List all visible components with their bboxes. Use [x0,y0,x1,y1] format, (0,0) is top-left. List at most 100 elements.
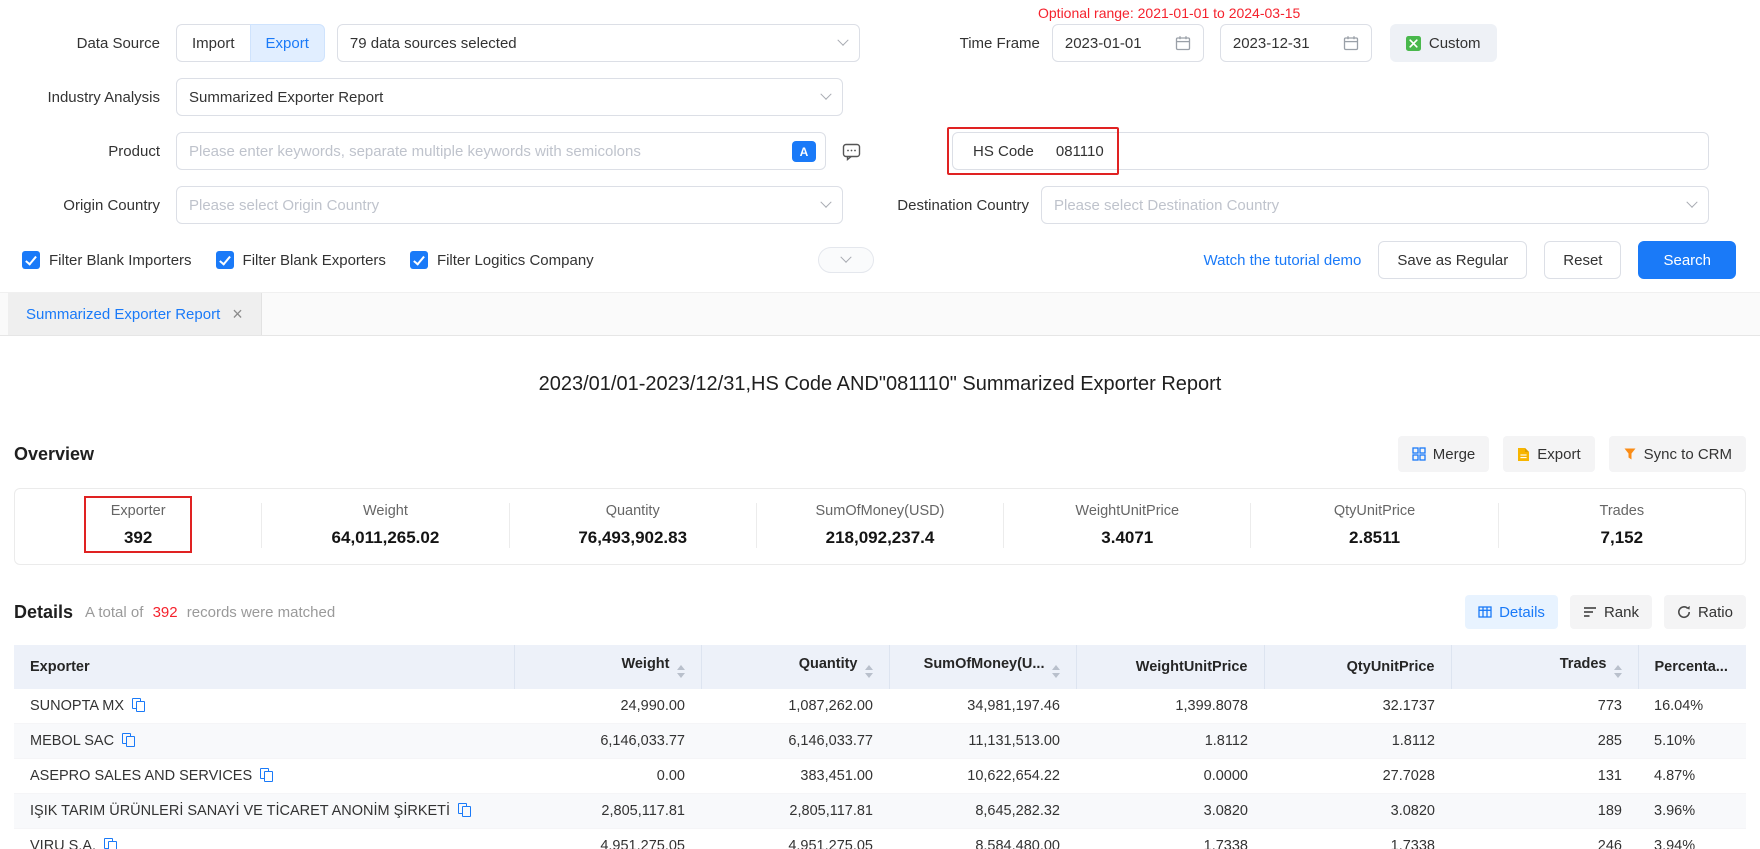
exporter-name[interactable]: IŞIK TARIM ÜRÜNLERİ SANAYİ VE TİCARET AN… [30,803,450,819]
filter-options-row: Filter Blank Importers Filter Blank Expor… [0,244,1760,276]
merge-button-label: Merge [1433,446,1476,463]
stat-value: 3.4071 [1004,528,1250,548]
column-header-quantity[interactable]: Quantity [701,645,889,689]
hs-code-input[interactable] [1056,143,1696,160]
copy-icon[interactable] [122,733,135,747]
search-button[interactable]: Search [1638,241,1736,279]
checkbox-checked-icon[interactable] [22,251,40,269]
comment-bubble-icon [842,142,861,161]
stat-value: 76,493,902.83 [510,528,756,548]
table-row[interactable]: SUNOPTA MX24,990.001,087,262.0034,981,19… [14,689,1746,724]
sort-icon[interactable] [677,665,685,678]
sync-to-crm-button[interactable]: Sync to CRM [1609,436,1746,472]
exporter-name[interactable]: VIRU S.A. [30,838,96,849]
checkbox-checked-icon[interactable] [410,251,428,269]
overview-actions: Merge Export Sync to CRM [1398,436,1746,472]
reset-button[interactable]: Reset [1544,241,1621,279]
table-icon [1478,605,1492,619]
close-icon[interactable]: × [232,305,243,323]
column-header-label: WeightUnitPrice [1136,659,1248,675]
rank-icon [1583,605,1597,619]
collapse-filters-button[interactable] [818,247,874,273]
chevron-down-icon [820,197,831,208]
checkbox-filter-blank-importers[interactable]: Filter Blank Importers [22,251,192,269]
exporter-cell: VIRU S.A. [14,829,514,849]
start-date-value: 2023-01-01 [1065,35,1142,52]
sort-icon[interactable] [1052,665,1060,678]
import-toggle-button[interactable]: Import [176,24,250,62]
details-view-button[interactable]: Details [1465,595,1558,629]
pct-cell: 16.04% [1638,689,1746,724]
origin-country-label: Origin Country [0,197,160,214]
destination-country-select[interactable]: Please select Destination Country [1041,186,1709,224]
ratio-icon [1677,605,1691,619]
tab-summarized-exporter-report[interactable]: Summarized Exporter Report × [8,293,262,335]
pct-cell: 3.94% [1638,829,1746,849]
stat-label: WeightUnitPrice [1004,503,1250,519]
merge-button[interactable]: Merge [1398,436,1490,472]
product-label: Product [0,143,160,160]
table-row[interactable]: MEBOL SAC6,146,033.776,146,033.7711,131,… [14,724,1746,759]
industry-analysis-select[interactable]: Summarized Exporter Report [176,78,843,116]
data-source-select[interactable]: 79 data sources selected [337,24,860,62]
trades-cell: 131 [1451,759,1638,794]
translate-icon[interactable]: A [792,141,816,162]
save-as-regular-button[interactable]: Save as Regular [1378,241,1527,279]
details-header: Details A total of 392 records were matc… [14,595,1746,629]
hs-code-field[interactable]: HS Code [952,132,1709,170]
report-title: 2023/01/01-2023/12/31,HS Code AND"081110… [0,373,1760,396]
table-row[interactable]: IŞIK TARIM ÜRÜNLERİ SANAYİ VE TİCARET AN… [14,794,1746,829]
end-date-input[interactable]: 2023-12-31 [1220,24,1372,62]
stat-label: SumOfMoney(USD) [757,503,1003,519]
column-header-weightunitprice: WeightUnitPrice [1076,645,1264,689]
table-row[interactable]: ASEPRO SALES AND SERVICES0.00383,451.001… [14,759,1746,794]
checkbox-filter-logitics-company[interactable]: Filter Logitics Company [410,251,594,269]
copy-icon[interactable] [260,768,273,782]
column-header-sumofmoney-u-[interactable]: SumOfMoney(U... [889,645,1076,689]
copy-icon[interactable] [104,838,117,849]
rank-view-button[interactable]: Rank [1570,595,1652,629]
checkbox-filter-blank-exporters[interactable]: Filter Blank Exporters [216,251,386,269]
table-row[interactable]: VIRU S.A.4,951,275.054,951,275.058,584,4… [14,829,1746,849]
quantity-cell: 4,951,275.05 [701,829,889,849]
checkbox-label: Filter Blank Exporters [243,252,386,269]
sort-icon[interactable] [865,665,873,678]
exporter-name[interactable]: ASEPRO SALES AND SERVICES [30,768,252,784]
qup-cell: 27.7028 [1264,759,1451,794]
destination-country-label: Destination Country [879,197,1029,214]
wup-cell: 3.0820 [1076,794,1264,829]
custom-button-label: Custom [1429,35,1481,52]
custom-button[interactable]: Custom [1390,24,1497,62]
column-header-qtyunitprice: QtyUnitPrice [1264,645,1451,689]
column-header-label: Trades [1560,656,1607,672]
copy-icon[interactable] [132,698,145,712]
tutorial-demo-link[interactable]: Watch the tutorial demo [1204,252,1362,269]
sort-icon[interactable] [1614,665,1622,678]
exporter-name[interactable]: MEBOL SAC [30,733,114,749]
column-header-label: QtyUnitPrice [1347,659,1435,675]
exporter-name[interactable]: SUNOPTA MX [30,698,124,714]
column-header-weight[interactable]: Weight [514,645,701,689]
comment-icon[interactable] [838,138,864,164]
filter-actions: Watch the tutorial demo Save as Regular … [1204,241,1736,279]
weight-cell: 0.00 [514,759,701,794]
pct-cell: 5.10% [1638,724,1746,759]
data-source-select-value: 79 data sources selected [350,35,517,52]
export-toggle-button[interactable]: Export [250,24,325,62]
copy-icon[interactable] [458,803,471,817]
product-keywords-input[interactable] [189,143,783,160]
trades-cell: 246 [1451,829,1638,849]
stat-weightunitprice: WeightUnitPrice 3.4071 [1003,503,1250,548]
country-row: Origin Country Please select Origin Coun… [0,186,1760,224]
ratio-view-button[interactable]: Ratio [1664,595,1746,629]
stat-trades: Trades7,152 [1498,503,1745,548]
stat-sumofmoney-usd-: SumOfMoney(USD)218,092,237.4 [756,503,1003,548]
matched-count: 392 [153,604,178,621]
export-button[interactable]: Export [1503,436,1594,472]
start-date-input[interactable]: 2023-01-01 [1052,24,1204,62]
stat-exporter: Exporter392 [15,503,261,548]
origin-country-select[interactable]: Please select Origin Country [176,186,843,224]
checkbox-checked-icon[interactable] [216,251,234,269]
column-header-trades[interactable]: Trades [1451,645,1638,689]
calendar-icon [1175,35,1191,51]
